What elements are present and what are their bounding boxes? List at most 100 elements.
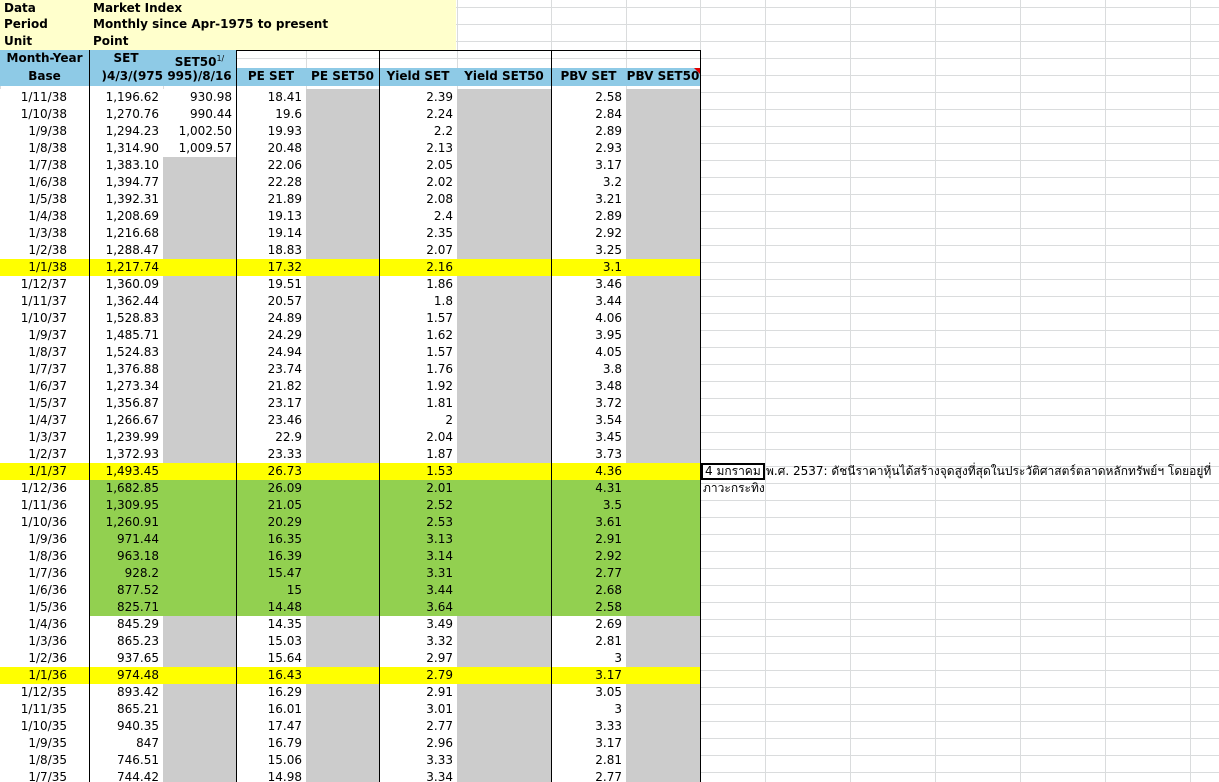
table-cell[interactable]: 1,009.57 [163,140,236,157]
table-cell[interactable]: 16.43 [236,667,306,684]
table-cell[interactable] [626,276,700,293]
table-cell[interactable]: 2.2 [379,123,457,140]
table-cell[interactable]: 20.29 [236,514,306,531]
table-cell[interactable]: 1,376.88 [89,361,163,378]
table-cell[interactable]: 2.96 [379,735,457,752]
table-cell[interactable]: 17.47 [236,718,306,735]
table-cell[interactable] [457,735,551,752]
table-cell[interactable] [306,191,379,208]
table-cell[interactable]: 22.06 [236,157,306,174]
table-cell[interactable]: 1/8/37 [0,344,89,361]
table-cell[interactable] [626,531,700,548]
table-cell[interactable]: 877.52 [89,582,163,599]
table-cell[interactable]: 3.54 [551,412,626,429]
table-cell[interactable] [306,446,379,463]
table-cell[interactable]: 16.79 [236,735,306,752]
table-cell[interactable] [626,650,700,667]
table-cell[interactable] [457,327,551,344]
table-cell[interactable] [457,89,551,106]
table-cell[interactable]: 1/12/37 [0,276,89,293]
table-cell[interactable]: 18.41 [236,89,306,106]
table-cell[interactable]: 1,493.45 [89,463,163,480]
table-cell[interactable]: 23.33 [236,446,306,463]
table-cell[interactable] [626,548,700,565]
table-cell[interactable] [626,429,700,446]
table-cell[interactable]: 1/5/36 [0,599,89,616]
table-cell[interactable]: 1,288.47 [89,242,163,259]
table-cell[interactable] [163,769,236,782]
table-cell[interactable] [163,208,236,225]
table-cell[interactable]: 24.29 [236,327,306,344]
table-cell[interactable]: 3 [551,701,626,718]
table-cell[interactable]: 1.62 [379,327,457,344]
table-cell[interactable]: 17.32 [236,259,306,276]
table-cell[interactable]: 1,485.71 [89,327,163,344]
table-cell[interactable] [163,463,236,480]
table-cell[interactable] [306,735,379,752]
table-cell[interactable]: 2.91 [379,684,457,701]
meta-label-cell[interactable]: Unit [0,33,89,50]
table-cell[interactable] [626,344,700,361]
table-cell[interactable]: 2.35 [379,225,457,242]
table-cell[interactable]: 19.51 [236,276,306,293]
table-cell[interactable]: 3.33 [551,718,626,735]
table-cell[interactable]: 1/6/36 [0,582,89,599]
table-cell[interactable] [457,208,551,225]
table-cell[interactable]: 14.48 [236,599,306,616]
table-cell[interactable] [306,225,379,242]
table-cell[interactable]: 1.57 [379,344,457,361]
table-cell[interactable]: 1,216.68 [89,225,163,242]
table-cell[interactable]: 3.45 [551,429,626,446]
table-cell[interactable] [306,752,379,769]
table-cell[interactable]: 2.81 [551,752,626,769]
table-cell[interactable]: 2 [379,412,457,429]
table-cell[interactable]: 16.39 [236,548,306,565]
table-cell[interactable] [626,599,700,616]
table-cell[interactable] [626,701,700,718]
table-cell[interactable]: 2.93 [551,140,626,157]
table-cell[interactable]: 1/2/37 [0,446,89,463]
table-cell[interactable] [626,463,700,480]
table-cell[interactable]: 3.13 [379,531,457,548]
table-cell[interactable] [163,293,236,310]
table-cell[interactable]: 1/7/36 [0,565,89,582]
table-cell[interactable] [626,684,700,701]
table-cell[interactable] [163,752,236,769]
table-cell[interactable]: 3.01 [379,701,457,718]
table-cell[interactable]: 2.39 [379,89,457,106]
table-cell[interactable] [163,378,236,395]
table-cell[interactable] [457,463,551,480]
header-cell-row2[interactable]: Yield SET50 [457,68,551,86]
table-cell[interactable]: 3.25 [551,242,626,259]
table-cell[interactable] [626,582,700,599]
table-cell[interactable]: 3.73 [551,446,626,463]
table-cell[interactable]: 23.74 [236,361,306,378]
table-cell[interactable] [306,514,379,531]
table-cell[interactable]: 24.94 [236,344,306,361]
table-cell[interactable]: 3.17 [551,667,626,684]
table-cell[interactable]: 15.06 [236,752,306,769]
table-cell[interactable] [163,310,236,327]
table-cell[interactable]: 2.07 [379,242,457,259]
header-cell-row2[interactable]: 995)/8/16 [163,68,236,86]
table-cell[interactable]: 1/9/36 [0,531,89,548]
table-cell[interactable] [163,599,236,616]
table-cell[interactable]: 1.57 [379,310,457,327]
table-cell[interactable] [457,106,551,123]
table-cell[interactable] [306,157,379,174]
table-cell[interactable] [306,616,379,633]
table-cell[interactable] [306,208,379,225]
table-cell[interactable]: 1,266.67 [89,412,163,429]
table-cell[interactable] [457,548,551,565]
table-cell[interactable]: 746.51 [89,752,163,769]
table-cell[interactable] [457,599,551,616]
table-cell[interactable] [626,769,700,782]
table-cell[interactable]: 1/10/37 [0,310,89,327]
table-cell[interactable] [163,718,236,735]
table-cell[interactable] [626,378,700,395]
table-cell[interactable]: 19.6 [236,106,306,123]
table-cell[interactable]: 3.95 [551,327,626,344]
table-cell[interactable]: 2.13 [379,140,457,157]
table-cell[interactable]: 3.44 [379,582,457,599]
table-cell[interactable] [163,242,236,259]
